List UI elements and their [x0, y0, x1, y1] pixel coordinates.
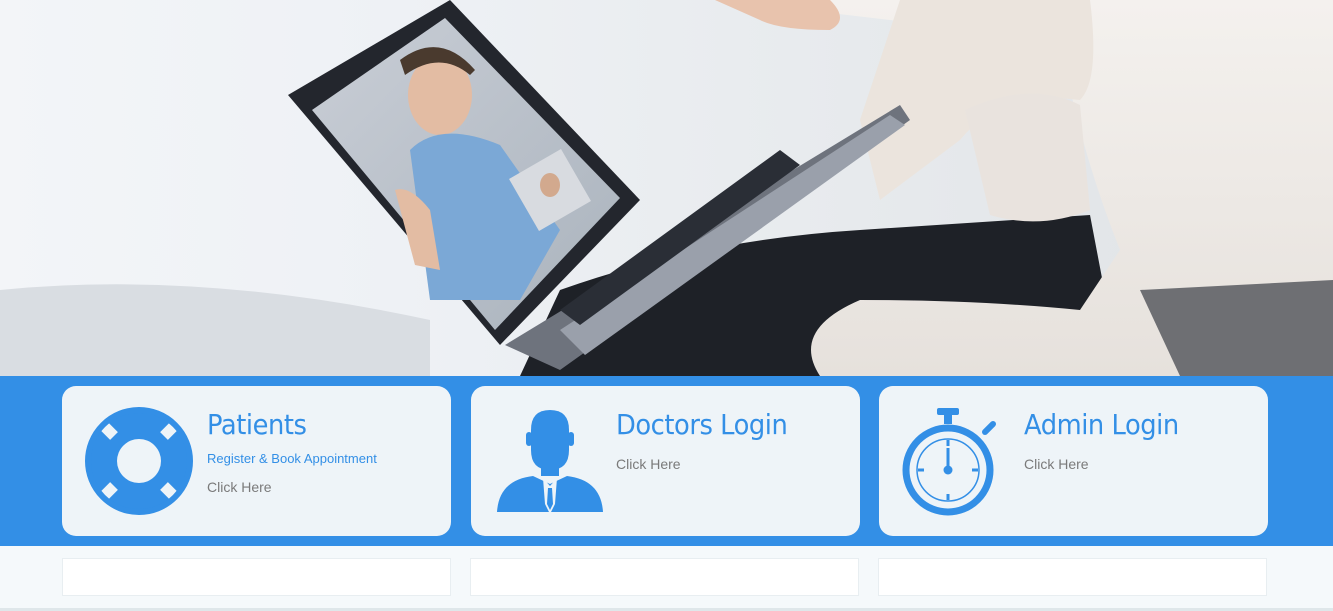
- lower-section: [0, 546, 1333, 611]
- admin-login-card[interactable]: Admin Login Click Here: [879, 386, 1268, 536]
- admin-click-here-link[interactable]: Click Here: [1024, 456, 1089, 472]
- placeholder-box: [878, 558, 1267, 596]
- hero-illustration: [0, 0, 1333, 376]
- placeholder-box: [470, 558, 859, 596]
- patients-title: Patients: [207, 408, 307, 441]
- doctors-click-here-link[interactable]: Click Here: [616, 456, 681, 472]
- patients-click-here-link[interactable]: Click Here: [207, 479, 272, 495]
- lifebuoy-icon: [85, 407, 193, 515]
- doctor-icon: [497, 410, 603, 514]
- doctors-login-title: Doctors Login: [616, 408, 788, 441]
- doctors-login-card[interactable]: Doctors Login Click Here: [471, 386, 860, 536]
- admin-login-title: Admin Login: [1024, 408, 1179, 441]
- patients-card[interactable]: Patients Register & Book Appointment Cli…: [62, 386, 451, 536]
- stopwatch-icon: [902, 408, 996, 516]
- hero-image: [0, 0, 1333, 376]
- placeholder-box: [62, 558, 451, 596]
- patients-subtitle: Register & Book Appointment: [207, 451, 377, 466]
